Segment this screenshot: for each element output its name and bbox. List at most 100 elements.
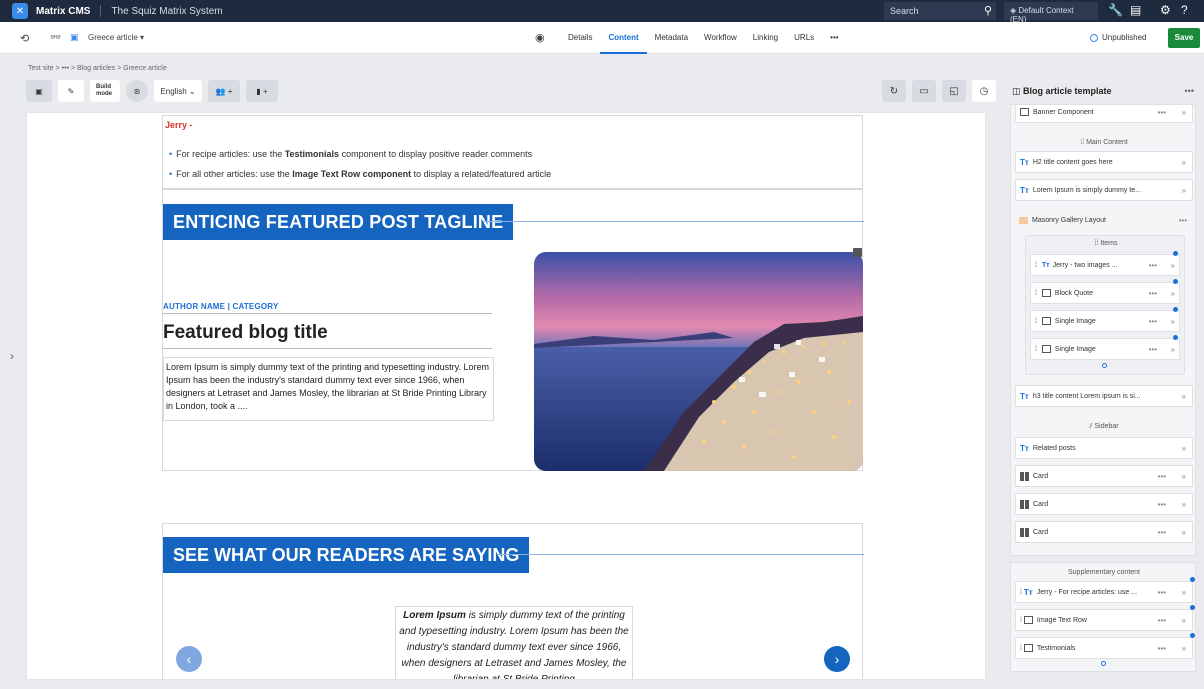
- list-item[interactable]: Banner Component ••• »: [1015, 105, 1193, 123]
- history-icon[interactable]: ◷: [972, 80, 996, 102]
- more-icon[interactable]: •••: [1149, 345, 1157, 354]
- image-text-row[interactable]: ENTICING FEATURED POST TAGLINE AUTHOR NA…: [162, 189, 864, 471]
- featured-body[interactable]: Lorem Ipsum is simply dummy text of the …: [163, 357, 494, 421]
- expand-icon[interactable]: »: [1182, 108, 1186, 117]
- list-item[interactable]: ⁞ Single Image •••»: [1030, 338, 1180, 360]
- expand-left-icon[interactable]: ›: [10, 349, 14, 363]
- expand-icon[interactable]: »: [1182, 500, 1186, 509]
- expand-icon[interactable]: »: [1182, 644, 1186, 653]
- text: Sidebar: [1094, 423, 1119, 430]
- more-icon[interactable]: •••: [1158, 528, 1166, 537]
- expand-icon[interactable]: »: [1182, 158, 1186, 167]
- expand-icon[interactable]: »: [1182, 392, 1186, 401]
- list-item[interactable]: Tт H2 title content goes here »: [1015, 151, 1193, 173]
- list-item[interactable]: ⁞ Image Text Row •••»: [1015, 609, 1193, 631]
- list-item[interactable]: Tт Related posts »: [1015, 437, 1193, 459]
- more-icon[interactable]: •••: [1158, 616, 1166, 625]
- context-selector[interactable]: ◈ Default Context (EN): [1004, 2, 1098, 24]
- breadcrumb-item[interactable]: Test site: [28, 65, 54, 72]
- more-icon[interactable]: •••: [1149, 317, 1157, 326]
- more-icon[interactable]: •••: [1158, 108, 1166, 117]
- list-item[interactable]: ⁞ Testimonials •••»: [1015, 637, 1193, 659]
- binoculars-icon[interactable]: 👓: [50, 32, 61, 43]
- save-button[interactable]: Save: [1168, 28, 1200, 48]
- panel-icon[interactable]: ▤: [1130, 3, 1141, 17]
- breadcrumb-item[interactable]: •••: [62, 65, 69, 72]
- expand-icon[interactable]: »: [1182, 528, 1186, 537]
- list-item[interactable]: ⁞ Tт Jerry - two images ... •••»: [1030, 254, 1180, 276]
- more-icon[interactable]: •••: [1158, 500, 1166, 509]
- asset-name[interactable]: Greece article ▾: [88, 33, 144, 42]
- carousel-prev-button[interactable]: ‹: [176, 646, 202, 672]
- preview-icon[interactable]: ▣: [26, 80, 52, 102]
- tab-details[interactable]: Details: [560, 22, 600, 54]
- featured-image[interactable]: [534, 252, 863, 471]
- tab-workflow[interactable]: Workflow: [696, 22, 745, 54]
- eye-icon[interactable]: ◉: [535, 31, 545, 44]
- author-category[interactable]: AUTHOR NAME | CATEGORY: [163, 302, 279, 311]
- item-label: Testimonials: [1036, 644, 1076, 652]
- add-device-button[interactable]: ▮ +: [246, 80, 278, 102]
- add-item-handle[interactable]: [1101, 661, 1106, 666]
- image-icon: [1041, 317, 1051, 325]
- search-icon[interactable]: ⚲: [984, 4, 992, 17]
- note-component[interactable]: Jerry - • For recipe articles: use the Te…: [162, 115, 863, 189]
- expand-icon[interactable]: »: [1171, 289, 1175, 298]
- status-badge[interactable]: Unpublished: [1090, 33, 1146, 42]
- more-icon[interactable]: •••: [1185, 86, 1194, 96]
- add-item-handle[interactable]: [1102, 363, 1107, 368]
- breadcrumb-item[interactable]: Blog articles: [77, 65, 115, 72]
- resize-icon[interactable]: ◱: [942, 80, 966, 102]
- refresh-icon[interactable]: ↻: [882, 80, 906, 102]
- expand-icon[interactable]: »: [1182, 616, 1186, 625]
- language-select[interactable]: English ⌄: [154, 80, 202, 102]
- list-item[interactable]: ⁞ Block Quote •••»: [1030, 282, 1180, 304]
- testimonial-quote[interactable]: Lorem Ipsum is simply dummy text of the …: [395, 606, 633, 679]
- magic-icon[interactable]: ✎: [58, 80, 84, 102]
- devices-icon[interactable]: ▭: [912, 80, 936, 102]
- expand-icon[interactable]: »: [1171, 317, 1175, 326]
- list-item[interactable]: Tт Lorem Ipsum is simply dummy te... »: [1015, 179, 1193, 201]
- expand-icon[interactable]: »: [1182, 186, 1186, 195]
- list-item[interactable]: ⁞ Single Image •••»: [1030, 310, 1180, 332]
- list-item[interactable]: Card ••• »: [1015, 493, 1193, 515]
- expand-icon[interactable]: »: [1182, 472, 1186, 481]
- list-item[interactable]: ⁞ Tт Jerry - For recipe articles: use ...…: [1015, 581, 1193, 603]
- more-icon[interactable]: •••: [1149, 289, 1157, 298]
- more-icon[interactable]: •••: [1158, 472, 1166, 481]
- more-icon[interactable]: •••: [1149, 261, 1157, 270]
- item-label: Masonry Gallery Layout: [1032, 216, 1106, 224]
- image-badge-icon[interactable]: [853, 248, 862, 257]
- carousel-next-button[interactable]: ›: [824, 646, 850, 672]
- list-item[interactable]: Card ••• »: [1015, 465, 1193, 487]
- status-icon: [1090, 33, 1098, 42]
- expand-icon[interactable]: »: [1171, 261, 1175, 270]
- tab-more[interactable]: •••: [822, 22, 846, 54]
- more-icon[interactable]: •••: [1158, 644, 1166, 653]
- build-mode-toggle[interactable]: Build mode: [90, 80, 120, 102]
- gear-icon[interactable]: ⚙: [1160, 3, 1171, 17]
- list-item[interactable]: Masonry Gallery Layout •••: [1015, 209, 1193, 231]
- tab-linking[interactable]: Linking: [745, 22, 786, 54]
- testimonials-component[interactable]: SEE WHAT OUR READERS ARE SAYING Lorem Ip…: [162, 523, 864, 679]
- testimonials-tagline[interactable]: SEE WHAT OUR READERS ARE SAYING: [163, 537, 530, 573]
- featured-title[interactable]: Featured blog title: [163, 322, 328, 344]
- expand-icon[interactable]: »: [1182, 444, 1186, 453]
- history-icon[interactable]: ⟲: [20, 32, 29, 45]
- more-icon[interactable]: •••: [1158, 588, 1166, 597]
- featured-tagline[interactable]: ENTICING FEATURED POST TAGLINE: [163, 204, 514, 240]
- list-item[interactable]: Tт h3 title content Lorem ipsum is si... »: [1015, 385, 1193, 407]
- tab-urls[interactable]: URLs: [786, 22, 822, 54]
- translate-icon[interactable]: ⊛: [126, 80, 148, 102]
- expand-icon[interactable]: »: [1182, 588, 1186, 597]
- expand-icon[interactable]: »: [1171, 345, 1175, 354]
- system-name: The Squiz Matrix System: [111, 5, 223, 17]
- search-input[interactable]: Search ⚲: [884, 2, 996, 20]
- list-item[interactable]: Card ••• »: [1015, 521, 1193, 543]
- help-icon[interactable]: ?: [1181, 3, 1188, 17]
- more-icon[interactable]: •••: [1179, 216, 1187, 225]
- wrench-icon[interactable]: 🔧: [1108, 3, 1123, 17]
- tab-metadata[interactable]: Metadata: [647, 22, 696, 54]
- tab-content[interactable]: Content: [600, 22, 647, 54]
- add-users-button[interactable]: 👥 +: [208, 80, 240, 102]
